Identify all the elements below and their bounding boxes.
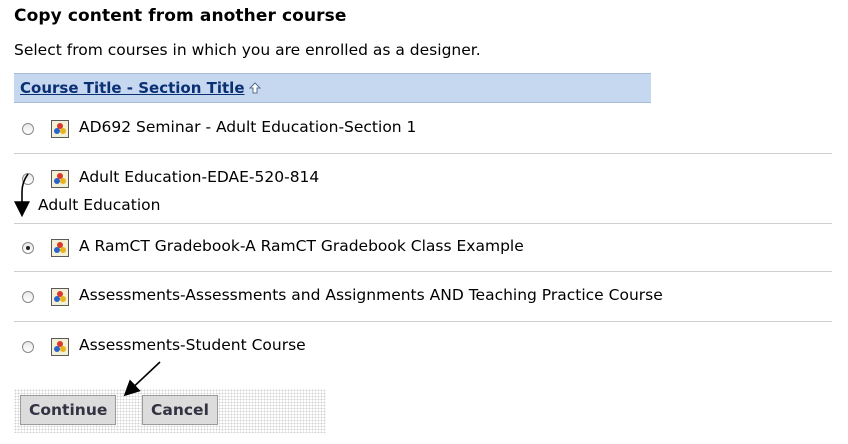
sort-by-course-title-link[interactable]: Course Title - Section Title xyxy=(20,79,245,97)
instructions-text: Select from courses in which you are enr… xyxy=(14,41,481,59)
sort-ascending-arrow-icon[interactable] xyxy=(248,82,261,94)
course-radio[interactable] xyxy=(22,341,34,353)
course-radio[interactable] xyxy=(22,173,34,185)
course-name: Assessments-Student Course xyxy=(79,336,306,354)
course-name: Adult Education-EDAE-520-814 xyxy=(79,168,320,186)
course-radio-selected[interactable] xyxy=(22,242,34,254)
cancel-button[interactable]: Cancel xyxy=(142,395,218,425)
course-people-icon xyxy=(51,239,69,257)
course-name: Assessments-Assessments and Assignments … xyxy=(79,286,663,304)
continue-button[interactable]: Continue xyxy=(20,395,117,425)
table-header: Course Title - Section Title xyxy=(14,73,651,103)
course-row: A RamCT Gradebook-A RamCT Gradebook Clas… xyxy=(14,224,832,272)
course-row: Adult Education-EDAE-520-814 Adult Educa… xyxy=(14,154,832,224)
course-name: A RamCT Gradebook-A RamCT Gradebook Clas… xyxy=(79,237,524,255)
course-row: Assessments-Assessments and Assignments … xyxy=(14,272,832,322)
course-radio[interactable] xyxy=(22,291,34,303)
course-subtitle: Adult Education xyxy=(38,196,161,214)
course-name: AD692 Seminar - Adult Education-Section … xyxy=(79,118,417,136)
course-row: AD692 Seminar - Adult Education-Section … xyxy=(14,104,832,154)
course-row: Assessments-Student Course xyxy=(14,322,832,372)
course-radio[interactable] xyxy=(22,123,34,135)
course-people-icon xyxy=(51,338,69,356)
course-people-icon xyxy=(51,120,69,138)
page-title: Copy content from another course xyxy=(14,6,347,26)
course-people-icon xyxy=(51,170,69,188)
course-people-icon xyxy=(51,288,69,306)
